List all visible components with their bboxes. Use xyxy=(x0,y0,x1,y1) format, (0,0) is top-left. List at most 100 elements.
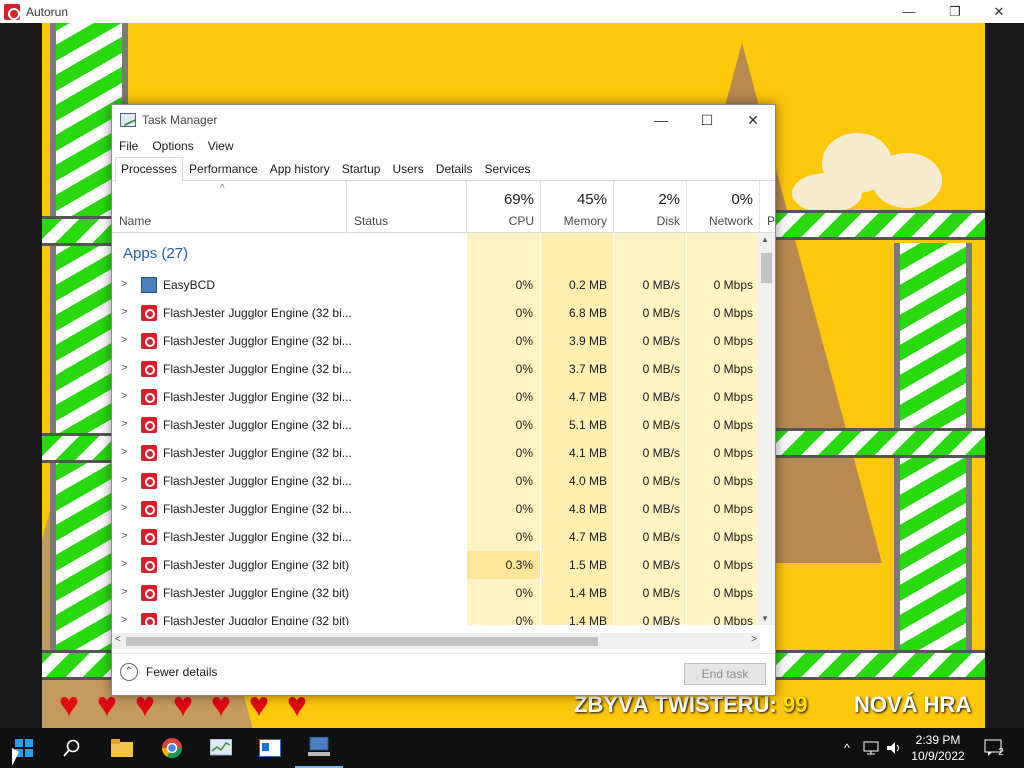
tab-users[interactable]: Users xyxy=(386,157,429,180)
column-cpu[interactable]: 69% CPU xyxy=(467,181,541,233)
file-explorer-button[interactable] xyxy=(98,728,146,768)
process-cpu: 0% xyxy=(515,306,533,320)
horizontal-scrollbar[interactable]: < > xyxy=(112,633,760,649)
process-row[interactable]: > EasyBCD 0% 0.2 MB 0 MB/s 0 Mbps xyxy=(112,271,760,299)
column-status[interactable]: Status xyxy=(347,181,467,233)
process-name: FlashJester Jugglor Engine (32 bi... xyxy=(163,334,352,348)
process-row[interactable]: > FlashJester Jugglor Engine (32 bit) 0% 1.… xyxy=(112,607,760,625)
tm-minimize-button[interactable]: — xyxy=(638,105,684,135)
tab-performance[interactable]: Performance xyxy=(183,157,264,180)
process-disk: 0 MB/s xyxy=(642,306,680,320)
cloud-decoration xyxy=(872,153,942,208)
notifications-button[interactable]: 2 xyxy=(978,728,1010,768)
system-clock[interactable]: 2:39 PM 10/9/2022 xyxy=(902,732,974,764)
process-network: 0 Mbps xyxy=(713,614,753,625)
candy-beam xyxy=(42,216,112,246)
process-memory: 3.7 MB xyxy=(568,362,607,376)
tab-startup[interactable]: Startup xyxy=(336,157,387,180)
expand-chevron-icon[interactable]: > xyxy=(121,418,127,430)
flashjester-icon xyxy=(141,333,157,349)
column-memory[interactable]: 45% Memory xyxy=(541,181,614,233)
expand-chevron-icon[interactable]: > xyxy=(121,614,127,625)
expand-chevron-icon[interactable]: > xyxy=(121,362,127,374)
process-row[interactable]: > FlashJester Jugglor Engine (32 bi... 0% 4… xyxy=(112,439,760,467)
tm-maximize-button[interactable]: ☐ xyxy=(684,105,730,135)
process-list[interactable]: Apps (27) > EasyBCD 0% 0.2 MB 0 MB/s 0 Mbps > F… xyxy=(112,233,775,625)
process-row[interactable]: > FlashJester Jugglor Engine (32 bi... 0% 4… xyxy=(112,467,760,495)
window-app-button[interactable] xyxy=(246,728,294,768)
process-disk: 0 MB/s xyxy=(642,586,680,600)
process-row[interactable]: > FlashJester Jugglor Engine (32 bi... 0% 5… xyxy=(112,411,760,439)
clock-time: 2:39 PM xyxy=(915,733,961,747)
tm-close-button[interactable]: ✕ xyxy=(730,105,776,135)
process-network: 0 Mbps xyxy=(713,362,753,376)
column-name[interactable]: ^ Name xyxy=(112,181,347,233)
network-icon[interactable] xyxy=(860,728,882,768)
tab-app-history[interactable]: App history xyxy=(264,157,336,180)
expand-chevron-icon[interactable]: > xyxy=(121,558,127,570)
column-network[interactable]: 0% Network xyxy=(687,181,760,233)
expand-chevron-icon[interactable]: > xyxy=(121,334,127,346)
scroll-down-icon[interactable]: ▼ xyxy=(761,614,769,623)
task-manager-taskbar-button[interactable] xyxy=(197,728,245,768)
horizontal-scroll-thumb[interactable] xyxy=(126,637,598,646)
close-button[interactable]: ✕ xyxy=(976,0,1022,23)
vertical-scrollbar[interactable]: ▲ ▼ xyxy=(758,233,775,625)
flashjester-icon xyxy=(141,501,157,517)
chrome-button[interactable] xyxy=(148,728,196,768)
expand-chevron-icon[interactable]: > xyxy=(121,278,127,290)
process-row[interactable]: > FlashJester Jugglor Engine (32 bit) 0.3%… xyxy=(112,551,760,579)
expand-chevron-icon[interactable]: > xyxy=(121,306,127,318)
new-game-button[interactable]: NOVÁ HRA xyxy=(854,692,971,718)
process-row[interactable]: > FlashJester Jugglor Engine (32 bi... 0% 4… xyxy=(112,523,760,551)
process-row[interactable]: > FlashJester Jugglor Engine (32 bi... 0% 3… xyxy=(112,355,760,383)
scroll-left-icon[interactable]: < xyxy=(115,634,121,645)
expand-chevron-icon[interactable]: > xyxy=(121,446,127,458)
expand-chevron-icon[interactable]: > xyxy=(121,530,127,542)
tab-services[interactable]: Services xyxy=(479,157,537,180)
process-memory: 0.2 MB xyxy=(568,278,607,292)
notification-count: 2 xyxy=(998,746,1004,758)
start-button[interactable] xyxy=(0,728,48,768)
process-cpu: 0% xyxy=(515,614,533,625)
process-row[interactable]: > FlashJester Jugglor Engine (32 bi... 0% 6… xyxy=(112,299,760,327)
end-task-button[interactable]: End task xyxy=(684,663,766,685)
expand-chevron-icon[interactable]: > xyxy=(121,474,127,486)
tab-details[interactable]: Details xyxy=(430,157,479,180)
scroll-up-icon[interactable]: ▲ xyxy=(761,235,769,244)
column-power[interactable]: P xyxy=(760,181,775,233)
scroll-right-icon[interactable]: > xyxy=(751,634,757,645)
process-memory: 4.1 MB xyxy=(568,446,607,460)
process-memory: 4.8 MB xyxy=(568,502,607,516)
search-button[interactable] xyxy=(48,728,96,768)
flashjester-icon xyxy=(141,445,157,461)
vertical-scroll-thumb[interactable] xyxy=(761,253,772,283)
process-row[interactable]: > FlashJester Jugglor Engine (32 bi... 0% 4… xyxy=(112,495,760,523)
candy-pillar xyxy=(894,243,972,443)
menu-options[interactable]: Options xyxy=(152,139,193,153)
menu-view[interactable]: View xyxy=(208,139,234,153)
process-row[interactable]: > FlashJester Jugglor Engine (32 bi... 0% 3… xyxy=(112,327,760,355)
process-row[interactable]: > FlashJester Jugglor Engine (32 bi... 0% 4… xyxy=(112,383,760,411)
expand-chevron-icon[interactable]: > xyxy=(121,502,127,514)
process-row[interactable]: > FlashJester Jugglor Engine (32 bit) 0% 1.… xyxy=(112,579,760,607)
expand-chevron-icon[interactable]: > xyxy=(121,390,127,402)
column-disk[interactable]: 2% Disk xyxy=(614,181,687,233)
process-cpu: 0% xyxy=(515,530,533,544)
fewer-details-button[interactable]: ⌃ Fewer details xyxy=(120,663,217,681)
process-network: 0 Mbps xyxy=(713,502,753,516)
flashjester-icon xyxy=(141,529,157,545)
maximize-button[interactable]: ❐ xyxy=(932,0,978,23)
process-disk: 0 MB/s xyxy=(642,334,680,348)
clock-date: 10/9/2022 xyxy=(911,749,965,763)
tab-processes[interactable]: Processes xyxy=(115,157,184,181)
show-hidden-icons-button[interactable]: ^ xyxy=(838,728,856,768)
menu-file[interactable]: File xyxy=(119,139,138,153)
process-name: FlashJester Jugglor Engine (32 bi... xyxy=(163,446,352,460)
process-name: FlashJester Jugglor Engine (32 bi... xyxy=(163,474,352,488)
process-name: EasyBCD xyxy=(163,278,216,292)
easybcd-taskbar-button[interactable] xyxy=(295,728,343,768)
minimize-button[interactable]: — xyxy=(886,0,932,23)
expand-chevron-icon[interactable]: > xyxy=(121,586,127,598)
autorun-title-bar: Autorun — ❐ ✕ xyxy=(0,0,1024,23)
